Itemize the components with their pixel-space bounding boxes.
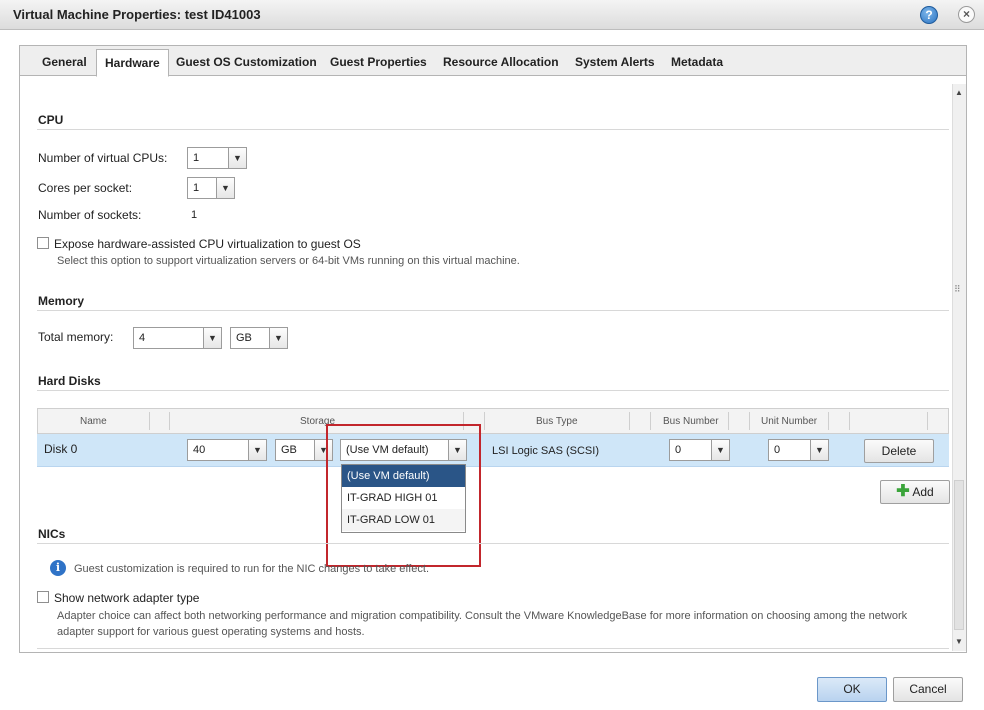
num-vcpus-label: Number of virtual CPUs: — [38, 151, 168, 165]
total-memory-label: Total memory: — [38, 330, 114, 344]
column-divider — [484, 412, 485, 430]
show-adapter-type-checkbox[interactable] — [37, 591, 49, 603]
expose-hw-virtualization-checkbox[interactable] — [37, 237, 49, 249]
column-divider — [629, 412, 630, 430]
chevron-down-icon[interactable]: ▼ — [203, 328, 221, 348]
add-disk-label: Add — [912, 485, 934, 499]
total-memory-value: 4 — [139, 332, 146, 344]
plus-icon: ✚ — [896, 483, 910, 500]
column-header-unit-number[interactable]: Unit Number — [761, 416, 817, 427]
window-title: Virtual Machine Properties: test ID41003 — [13, 7, 261, 22]
chevron-down-icon[interactable]: ▼ — [810, 440, 828, 460]
cores-per-socket-select[interactable]: 1 ▼ — [187, 177, 235, 199]
ok-button[interactable]: OK — [817, 677, 887, 702]
cores-per-socket-label: Cores per socket: — [38, 181, 133, 195]
nics-section-title: NICs — [38, 527, 66, 541]
memory-unit-select[interactable]: GB ▼ — [230, 327, 288, 349]
column-divider — [650, 412, 651, 430]
resize-grip-icon[interactable]: ⠿ — [954, 284, 961, 295]
tab-system-alerts[interactable]: System Alerts — [567, 49, 663, 76]
divider — [37, 129, 949, 130]
unit-number-value: 0 — [774, 444, 781, 456]
tab-resource-allocation[interactable]: Resource Allocation — [435, 49, 567, 76]
num-sockets-label: Number of sockets: — [38, 208, 142, 222]
expose-hw-virtualization-label: Expose hardware-assisted CPU virtualizat… — [54, 237, 361, 251]
bus-type-value: LSI Logic SAS (SCSI) — [492, 445, 599, 457]
num-vcpus-value: 1 — [193, 152, 200, 164]
num-sockets-value: 1 — [191, 209, 198, 221]
add-disk-button[interactable]: ✚ Add — [880, 480, 950, 504]
total-memory-input[interactable]: 4 ▼ — [133, 327, 222, 349]
bus-number-select[interactable]: 0 ▼ — [669, 439, 730, 461]
chevron-down-icon[interactable]: ▼ — [216, 178, 234, 198]
cores-per-socket-value: 1 — [193, 182, 200, 194]
chevron-down-icon[interactable]: ▼ — [228, 148, 246, 168]
disk-size-value: 40 — [193, 444, 206, 456]
properties-panel — [19, 45, 967, 653]
cancel-button[interactable]: Cancel — [893, 677, 963, 702]
expose-hw-virtualization-help: Select this option to support virtualiza… — [57, 255, 520, 267]
disk-size-unit-select[interactable]: GB ▼ — [275, 439, 333, 461]
memory-unit-value: GB — [236, 332, 252, 344]
tab-general[interactable]: General — [34, 49, 95, 76]
info-icon: i — [50, 560, 66, 576]
show-adapter-type-label: Show network adapter type — [54, 591, 200, 605]
column-divider — [728, 412, 729, 430]
table-header-edge — [37, 648, 949, 649]
nic-info-text: Guest customization is required to run f… — [74, 563, 430, 575]
memory-section-title: Memory — [38, 294, 85, 308]
close-icon[interactable]: × — [958, 6, 975, 23]
bus-number-value: 0 — [675, 444, 682, 456]
column-divider — [849, 412, 850, 430]
divider — [37, 543, 949, 544]
chevron-down-icon[interactable]: ▼ — [711, 440, 729, 460]
adapter-help-text: Adapter choice can affect both networkin… — [57, 610, 908, 638]
column-divider — [927, 412, 928, 430]
tab-guest-properties[interactable]: Guest Properties — [322, 49, 435, 76]
column-divider — [169, 412, 170, 430]
disk-size-unit-value: GB — [281, 444, 297, 456]
column-header-bus-number[interactable]: Bus Number — [663, 416, 719, 427]
tab-metadata[interactable]: Metadata — [663, 49, 731, 76]
disk-size-input[interactable]: 40 ▼ — [187, 439, 267, 461]
hard-disks-section-title: Hard Disks — [38, 374, 101, 388]
column-divider — [828, 412, 829, 430]
scroll-thumb[interactable] — [954, 480, 964, 630]
highlight-annotation — [326, 424, 481, 567]
divider — [37, 390, 949, 391]
unit-number-select[interactable]: 0 ▼ — [768, 439, 829, 461]
column-divider — [749, 412, 750, 430]
tab-hardware[interactable]: Hardware — [96, 49, 169, 77]
chevron-down-icon[interactable]: ▼ — [269, 328, 287, 348]
help-icon[interactable]: ? — [920, 6, 938, 24]
cpu-section-title: CPU — [38, 113, 64, 127]
divider — [37, 310, 949, 311]
tab-guest-os-customization[interactable]: Guest OS Customization — [168, 49, 325, 76]
delete-disk-button[interactable]: Delete — [864, 439, 934, 463]
scroll-up-icon[interactable]: ▲ — [953, 86, 965, 100]
column-header-bus-type[interactable]: Bus Type — [536, 416, 578, 427]
disk-name: Disk 0 — [44, 442, 78, 456]
scroll-down-icon[interactable]: ▼ — [953, 635, 965, 649]
column-header-name[interactable]: Name — [80, 416, 107, 427]
column-divider — [149, 412, 150, 430]
num-vcpus-select[interactable]: 1 ▼ — [187, 147, 247, 169]
chevron-down-icon[interactable]: ▼ — [248, 440, 266, 460]
